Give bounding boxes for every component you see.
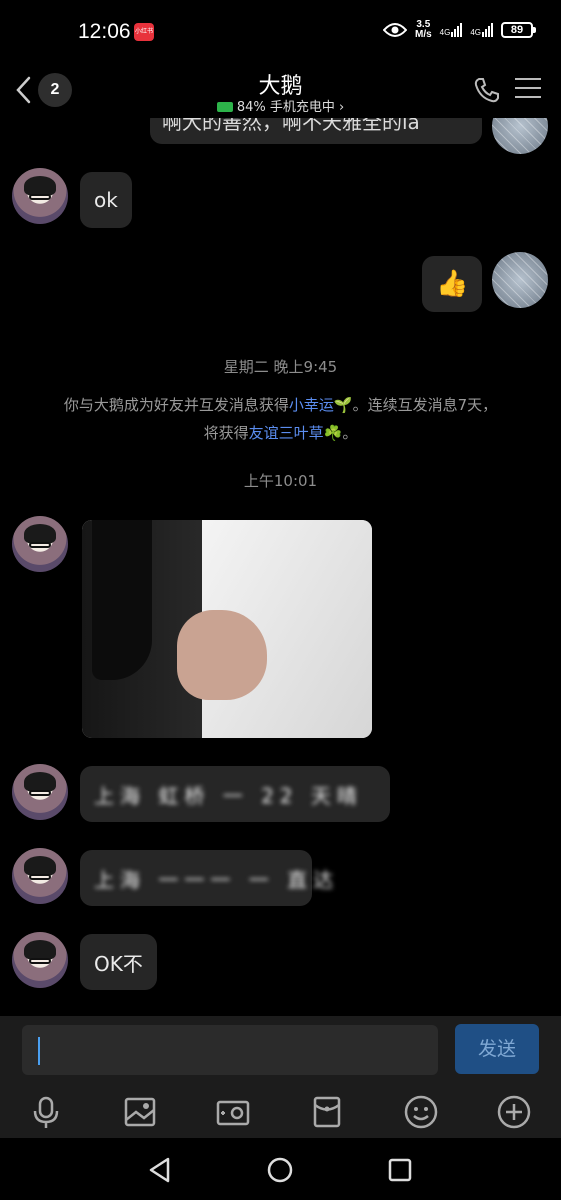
- avatar-contact[interactable]: [12, 764, 68, 820]
- timestamp: 上午10:01: [243, 472, 318, 490]
- battery-charging-icon: [216, 102, 233, 112]
- home-circle-icon[interactable]: [266, 1156, 294, 1184]
- red-packet-icon[interactable]: [309, 1094, 345, 1130]
- avatar-contact[interactable]: [12, 848, 68, 904]
- input-bar: 发送: [0, 1016, 561, 1086]
- image-icon[interactable]: [122, 1094, 158, 1130]
- signal-icon: 4G: [440, 23, 463, 37]
- avatar-self[interactable]: [492, 118, 548, 154]
- signal-icon-2: 4G: [470, 23, 493, 37]
- status-indicators: 3.5 M/s 4G 4G 89: [382, 19, 536, 40]
- avatar-contact[interactable]: [12, 168, 68, 224]
- status-time: 12:06: [78, 20, 131, 43]
- network-speed: 3.5 M/s: [414, 19, 432, 40]
- camera-icon[interactable]: [215, 1094, 251, 1130]
- avatar-contact[interactable]: [12, 516, 68, 572]
- emoji-icon[interactable]: [403, 1094, 439, 1130]
- chat-header: 2 大鹅 84% 手机充电中 ›: [0, 62, 561, 118]
- message-bubble-blurred[interactable]: 上海 一一一 一 直达: [80, 850, 333, 906]
- phone-icon[interactable]: [473, 76, 501, 104]
- message-bubble-partial[interactable]: 啊大的善然，啊不天雅全的ia: [150, 118, 482, 144]
- microphone-icon[interactable]: [28, 1094, 64, 1130]
- message-bubble-blurred[interactable]: 上海 虹桥 一 22 天晴: [80, 766, 390, 822]
- plus-icon[interactable]: [496, 1094, 532, 1130]
- message-list[interactable]: 啊大的善然，啊不天雅全的ia ok 👍 星期二 晚上9:45 你与大鹅成为好友并…: [0, 118, 561, 1016]
- friendship-notice: 你与大鹅成为好友并互发消息获得小幸运🌱。连续互发消息7天， 将获得友谊三叶草☘️…: [63, 396, 498, 442]
- photo-message[interactable]: [82, 520, 372, 738]
- status-bar: 12:06 小红书 3.5 M/s 4G 4G 89: [0, 0, 561, 62]
- eye-icon: [382, 23, 407, 37]
- send-button[interactable]: 发送: [455, 1024, 539, 1074]
- back-triangle-icon[interactable]: [146, 1156, 174, 1184]
- timestamp: 星期二 晚上9:45: [223, 358, 338, 376]
- recents-square-icon[interactable]: [386, 1156, 414, 1184]
- clover-link[interactable]: 友谊三叶草☘️: [249, 424, 343, 442]
- avatar-contact[interactable]: [12, 932, 68, 988]
- chat-toolbar: [0, 1086, 561, 1138]
- xiaohongshu-app-icon: 小红书: [134, 23, 154, 41]
- battery-icon: 89: [501, 22, 536, 38]
- lucky-link[interactable]: 小幸运🌱: [289, 396, 353, 414]
- avatar-self[interactable]: [492, 252, 548, 308]
- text-caret: [38, 1037, 40, 1065]
- menu-icon[interactable]: [515, 78, 541, 100]
- message-bubble[interactable]: OK不: [80, 934, 157, 990]
- message-bubble[interactable]: ok: [80, 172, 132, 228]
- message-input[interactable]: [22, 1025, 438, 1075]
- system-nav-bar: [0, 1138, 561, 1200]
- message-bubble-thumbs-up[interactable]: 👍: [422, 256, 483, 312]
